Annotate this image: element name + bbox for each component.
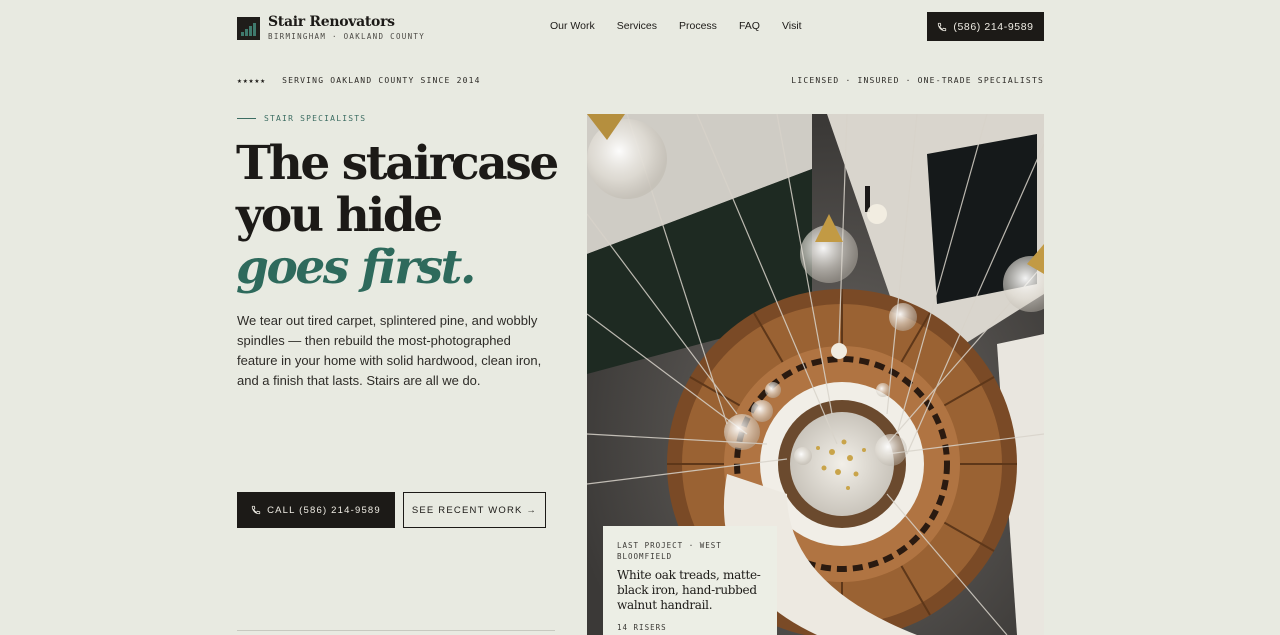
hero-headline: The staircase you hide goes first.: [236, 136, 559, 295]
hero-eyebrow: STAIR SPECIALISTS: [237, 114, 366, 123]
eyebrow-label: STAIR SPECIALISTS: [264, 114, 367, 123]
eyebrow-rule: [237, 118, 256, 119]
header-phone-label: (586) 214-9589: [953, 20, 1034, 33]
hero-cta-row: CALL (586) 214-9589 SEE RECENT WORK →: [237, 492, 546, 528]
project-kicker: LAST PROJECT · WEST BLOOMFIELD: [617, 541, 722, 561]
rating-stars: ★★★★★: [237, 76, 267, 85]
nav-item-visit[interactable]: Visit: [782, 20, 802, 32]
nav-item-process[interactable]: Process: [679, 20, 717, 32]
main-nav: Our Work Services Process FAQ Visit: [550, 20, 824, 32]
page: Stair Renovators BIRMINGHAM · OAKLAND CO…: [0, 0, 1280, 635]
stair-logo-icon: [237, 16, 260, 40]
section-divider: [237, 630, 555, 631]
headline-line-2: you hide: [236, 188, 443, 243]
headline-accent: goes first.: [236, 240, 476, 295]
call-button-label: CALL (586) 214-9589: [267, 504, 381, 516]
nav-item-our-work[interactable]: Our Work: [550, 20, 595, 32]
nav-item-faq[interactable]: FAQ: [739, 20, 760, 32]
serving-since-text: SERVING OAKLAND COUNTY SINCE 2014: [282, 76, 481, 85]
call-button[interactable]: CALL (586) 214-9589: [237, 492, 395, 528]
see-recent-work-label: SEE RECENT WORK →: [411, 504, 538, 516]
nav-item-services[interactable]: Services: [617, 20, 657, 32]
brand-logo[interactable]: Stair Renovators BIRMINGHAM · OAKLAND CO…: [237, 15, 425, 41]
headline-line-1: The staircase: [236, 136, 559, 191]
phone-icon: [251, 505, 261, 515]
brand-name: Stair Renovators: [268, 14, 395, 30]
project-meta: 14 RISERS: [617, 623, 667, 632]
hero-lede: We tear out tired carpet, splintered pin…: [237, 313, 542, 388]
trust-strip: ★★★★★ SERVING OAKLAND COUNTY SINCE 2014 …: [237, 76, 1044, 88]
site-header: Stair Renovators BIRMINGHAM · OAKLAND CO…: [237, 12, 1044, 42]
brand-subtitle: BIRMINGHAM · OAKLAND COUNTY: [268, 32, 426, 41]
header-phone-button[interactable]: (586) 214-9589: [927, 12, 1044, 41]
credentials-text: LICENSED · INSURED · ONE-TRADE SPECIALIS…: [791, 76, 1044, 85]
project-title: White oak treads, matte-black iron, hand…: [617, 568, 761, 612]
see-recent-work-button[interactable]: SEE RECENT WORK →: [403, 492, 546, 528]
last-project-card[interactable]: LAST PROJECT · WEST BLOOMFIELD White oak…: [603, 526, 777, 635]
phone-icon: [938, 22, 947, 31]
